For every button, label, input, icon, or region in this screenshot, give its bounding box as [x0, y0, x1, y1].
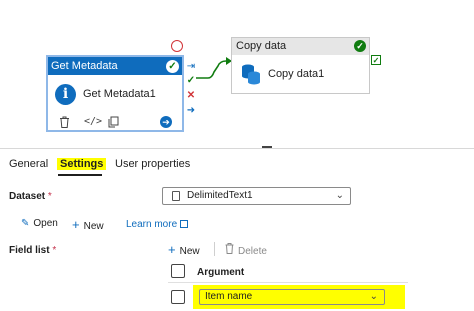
row-checkbox[interactable]	[171, 290, 185, 304]
get-metadata-activity-name: Get Metadata1	[83, 88, 156, 100]
success-port-icon[interactable]: ✓	[371, 55, 381, 65]
pipeline-canvas[interactable]: Get Metadata ✓ i Get Metadata1 </> ➔ ⇥ ✓…	[0, 0, 474, 148]
tab-settings[interactable]: Settings	[57, 158, 107, 170]
argument-select[interactable]: Item name ⌄	[199, 289, 385, 305]
trash-icon	[225, 243, 234, 257]
dataset-value: DelimitedText1	[187, 190, 253, 201]
required-mark: *	[47, 191, 52, 202]
get-metadata-header-title: Get Metadata	[51, 60, 118, 72]
get-metadata-header: Get Metadata	[48, 57, 182, 75]
new-label: New	[179, 246, 200, 257]
completion-port-icon[interactable]: ➜	[186, 106, 196, 116]
plus-icon: +	[72, 217, 80, 232]
plus-icon: +	[168, 242, 176, 257]
trash-icon[interactable]	[59, 116, 70, 131]
copy-data-header: Copy data	[232, 38, 369, 55]
learn-more-label: Learn more	[126, 219, 178, 230]
code-icon[interactable]: </>	[84, 116, 102, 127]
open-dataset-button[interactable]: ✎ Open	[21, 218, 58, 229]
failure-port-icon[interactable]: ✕	[186, 91, 196, 101]
field-list-label: Field list *	[9, 245, 57, 256]
info-icon: i	[55, 84, 76, 105]
fail-path-indicator	[171, 40, 183, 52]
check-circle-icon: ✓	[354, 40, 366, 52]
copy-data-activity[interactable]: Copy data ✓ Copy data1	[231, 37, 370, 94]
table-header-divider	[168, 282, 408, 283]
new-dataset-button[interactable]: + New	[72, 217, 104, 232]
success-port-icon[interactable]: ✓	[186, 76, 196, 86]
pencil-icon: ✎	[21, 218, 30, 229]
open-label: Open	[33, 218, 58, 229]
skip-port-icon[interactable]: ⇥	[186, 62, 196, 72]
learn-more-link[interactable]: Learn more	[126, 219, 189, 230]
arrow-right-circle-icon[interactable]: ➔	[160, 116, 172, 128]
get-metadata-activity[interactable]: Get Metadata ✓ i Get Metadata1 </> ➔	[46, 55, 184, 132]
copy-icon[interactable]	[108, 116, 119, 131]
chevron-down-icon: ⌄	[335, 190, 344, 201]
argument-value: Item name	[205, 291, 253, 302]
dataset-select[interactable]: DelimitedText1 ⌄	[162, 187, 351, 205]
copy-data-activity-name: Copy data1	[268, 68, 325, 80]
toolbar-separator	[214, 242, 215, 256]
database-copy-icon	[242, 64, 260, 85]
new-label: New	[83, 221, 104, 232]
active-tab-indicator	[58, 174, 102, 176]
external-link-icon	[180, 220, 189, 228]
argument-column-header: Argument	[197, 267, 245, 278]
required-mark: *	[52, 245, 57, 256]
select-all-checkbox[interactable]	[171, 264, 185, 278]
chevron-down-icon: ⌄	[369, 291, 378, 302]
panel-divider	[0, 148, 474, 149]
delete-field-button[interactable]: Delete	[225, 243, 267, 257]
tab-user-properties[interactable]: User properties	[115, 158, 190, 170]
add-field-button[interactable]: + New	[168, 242, 200, 257]
tab-general[interactable]: General	[9, 158, 48, 170]
dataset-label: Dataset *	[9, 191, 52, 202]
check-circle-icon: ✓	[166, 60, 179, 73]
delete-label: Delete	[238, 246, 267, 257]
copy-data-header-title: Copy data	[236, 40, 287, 52]
file-icon	[172, 191, 180, 201]
